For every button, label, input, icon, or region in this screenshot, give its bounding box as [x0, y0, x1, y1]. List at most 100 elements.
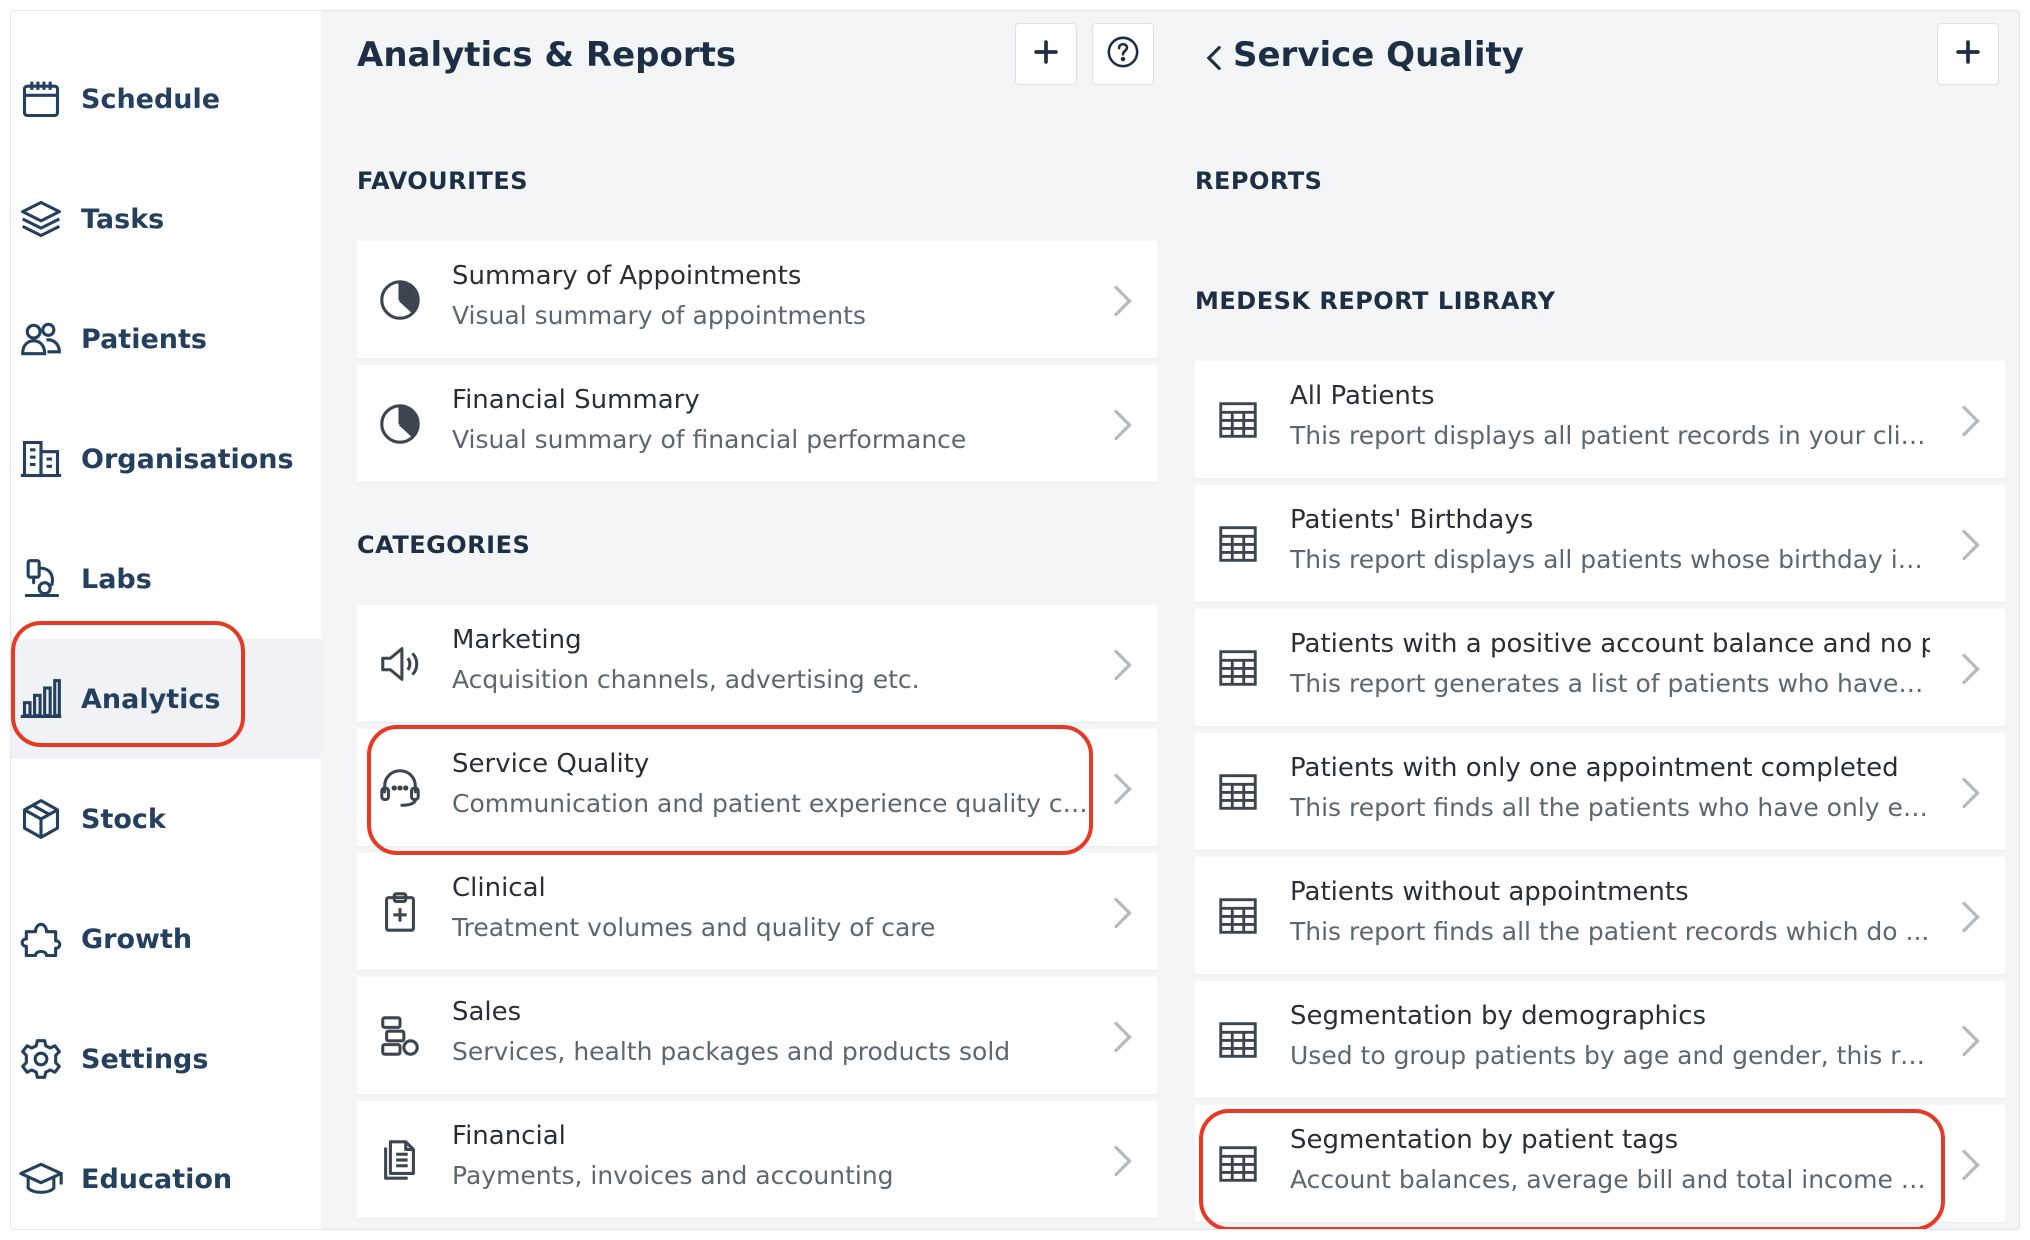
- report-item[interactable]: Segmentation by patient tags Account bal…: [1195, 1105, 2005, 1223]
- report-item[interactable]: Patients with a positive account balance…: [1195, 609, 2005, 727]
- chevron-left-icon: [1201, 44, 1227, 84]
- category-item-marketing[interactable]: Marketing Acquisition channels, advertis…: [357, 605, 1157, 723]
- sidebar-item-label: Tasks: [81, 203, 165, 235]
- table-icon: [1215, 1017, 1261, 1063]
- users-icon: [19, 317, 63, 361]
- chevron-right-icon: [1107, 647, 1137, 683]
- chevron-right-icon: [1955, 775, 1985, 811]
- sidebar-item-label: Stock: [81, 803, 166, 835]
- item-title: Financial: [452, 1121, 566, 1151]
- chevron-right-icon: [1955, 403, 1985, 439]
- chevron-right-icon: [1107, 1019, 1137, 1055]
- help-button[interactable]: [1092, 23, 1154, 85]
- item-title: Clinical: [452, 873, 546, 903]
- table-icon: [1215, 645, 1261, 691]
- item-subtitle: Visual summary of appointments: [452, 301, 866, 330]
- item-subtitle: Used to group patients by age and gender…: [1290, 1041, 1930, 1070]
- chevron-right-icon: [1107, 895, 1137, 931]
- item-title: Service Quality: [452, 749, 650, 779]
- item-title: Sales: [452, 997, 522, 1027]
- table-icon: [1215, 1141, 1261, 1187]
- category-item-financial[interactable]: Financial Payments, invoices and account…: [357, 1101, 1157, 1219]
- sidebar-item-growth[interactable]: Growth: [11, 879, 321, 999]
- table-icon: [1215, 769, 1261, 815]
- sidebar-item-label: Schedule: [81, 83, 221, 115]
- microscope-icon: [19, 557, 63, 601]
- chevron-right-icon: [1107, 283, 1137, 319]
- sidebar-item-settings[interactable]: Settings: [11, 999, 321, 1119]
- reports-heading: REPORTS: [1195, 167, 1323, 195]
- item-title: All Patients: [1290, 381, 1435, 411]
- sidebar-item-schedule[interactable]: Schedule: [11, 39, 321, 159]
- graduation-cap-icon: [19, 1157, 63, 1201]
- report-item[interactable]: All Patients This report displays all pa…: [1195, 361, 2005, 479]
- bar-chart-icon: [19, 677, 63, 721]
- table-icon: [1215, 893, 1261, 939]
- report-item[interactable]: Segmentation by demographics Used to gro…: [1195, 981, 2005, 1099]
- calendar-icon: [19, 77, 63, 121]
- report-panel-title: Service Quality: [1233, 35, 1524, 75]
- sidebar: Schedule Tasks Patients Organisations La…: [11, 11, 321, 1229]
- item-subtitle: Acquisition channels, advertising etc.: [452, 665, 920, 694]
- category-item-service-quality[interactable]: Service Quality Communication and patien…: [357, 729, 1157, 847]
- sidebar-item-tasks[interactable]: Tasks: [11, 159, 321, 279]
- megaphone-icon: [377, 641, 423, 687]
- favourite-item-summary-of-appointments[interactable]: Summary of Appointments Visual summary o…: [357, 241, 1157, 359]
- item-subtitle: This report displays all patient records…: [1290, 421, 1930, 450]
- sidebar-item-stock[interactable]: Stock: [11, 759, 321, 879]
- sidebar-item-analytics[interactable]: Analytics: [11, 639, 321, 759]
- sidebar-item-label: Settings: [81, 1043, 209, 1075]
- report-item[interactable]: Patients with only one appointment compl…: [1195, 733, 2005, 851]
- chevron-right-icon: [1107, 407, 1137, 443]
- item-title: Patients without appointments: [1290, 877, 1689, 907]
- sidebar-item-label: Analytics: [81, 683, 221, 715]
- item-subtitle: Services, health packages and products s…: [452, 1037, 1011, 1066]
- sidebar-item-education[interactable]: Education: [11, 1119, 321, 1229]
- item-subtitle: This report finds all the patients who h…: [1290, 793, 1930, 822]
- category-item-clinical[interactable]: Clinical Treatment volumes and quality o…: [357, 853, 1157, 971]
- chevron-right-icon: [1955, 1147, 1985, 1183]
- chevron-right-icon: [1955, 899, 1985, 935]
- chevron-right-icon: [1107, 771, 1137, 807]
- item-title: Segmentation by demographics: [1290, 1001, 1707, 1031]
- chevron-right-icon: [1955, 651, 1985, 687]
- table-icon: [1215, 397, 1261, 443]
- sidebar-item-organisations[interactable]: Organisations: [11, 399, 321, 519]
- category-item-sales[interactable]: Sales Services, health packages and prod…: [357, 977, 1157, 1095]
- gear-icon: [19, 1037, 63, 1081]
- item-title: Segmentation by patient tags: [1290, 1125, 1679, 1155]
- headset-icon: [377, 765, 423, 811]
- chevron-right-icon: [1955, 527, 1985, 563]
- favourites-heading: FAVOURITES: [357, 167, 529, 195]
- question-circle-icon: [1106, 35, 1140, 73]
- table-icon: [1215, 521, 1261, 567]
- document-icon: [377, 1137, 423, 1183]
- sidebar-item-label: Patients: [81, 323, 207, 355]
- item-subtitle: This report generates a list of patients…: [1290, 669, 1930, 698]
- item-title: Summary of Appointments: [452, 261, 802, 291]
- item-subtitle: Payments, invoices and accounting: [452, 1161, 894, 1190]
- sidebar-item-patients[interactable]: Patients: [11, 279, 321, 399]
- add-report-button[interactable]: [1937, 23, 1999, 85]
- report-item[interactable]: Patients' Birthdays This report displays…: [1195, 485, 2005, 603]
- sidebar-item-label: Labs: [81, 563, 152, 595]
- clipboard-icon: [377, 889, 423, 935]
- back-button[interactable]: [1201, 41, 1227, 84]
- puzzle-icon: [19, 917, 63, 961]
- report-item[interactable]: Patients without appointments This repor…: [1195, 857, 2005, 975]
- favourite-item-financial-summary[interactable]: Financial Summary Visual summary of fina…: [357, 365, 1157, 483]
- add-button[interactable]: [1015, 23, 1077, 85]
- plus-icon: [1029, 35, 1063, 73]
- item-title: Financial Summary: [452, 385, 700, 415]
- sidebar-item-label: Education: [81, 1163, 233, 1195]
- sidebar-item-labs[interactable]: Labs: [11, 519, 321, 639]
- item-subtitle: Account balances, average bill and total…: [1290, 1165, 1930, 1194]
- app-window: Schedule Tasks Patients Organisations La…: [10, 10, 2020, 1230]
- item-subtitle: Visual summary of financial performance: [452, 425, 967, 454]
- item-subtitle: Treatment volumes and quality of care: [452, 913, 936, 942]
- box-icon: [19, 797, 63, 841]
- layers-icon: [19, 197, 63, 241]
- sidebar-item-label: Growth: [81, 923, 193, 955]
- chevron-right-icon: [1107, 1143, 1137, 1179]
- plus-icon: [1951, 35, 1985, 73]
